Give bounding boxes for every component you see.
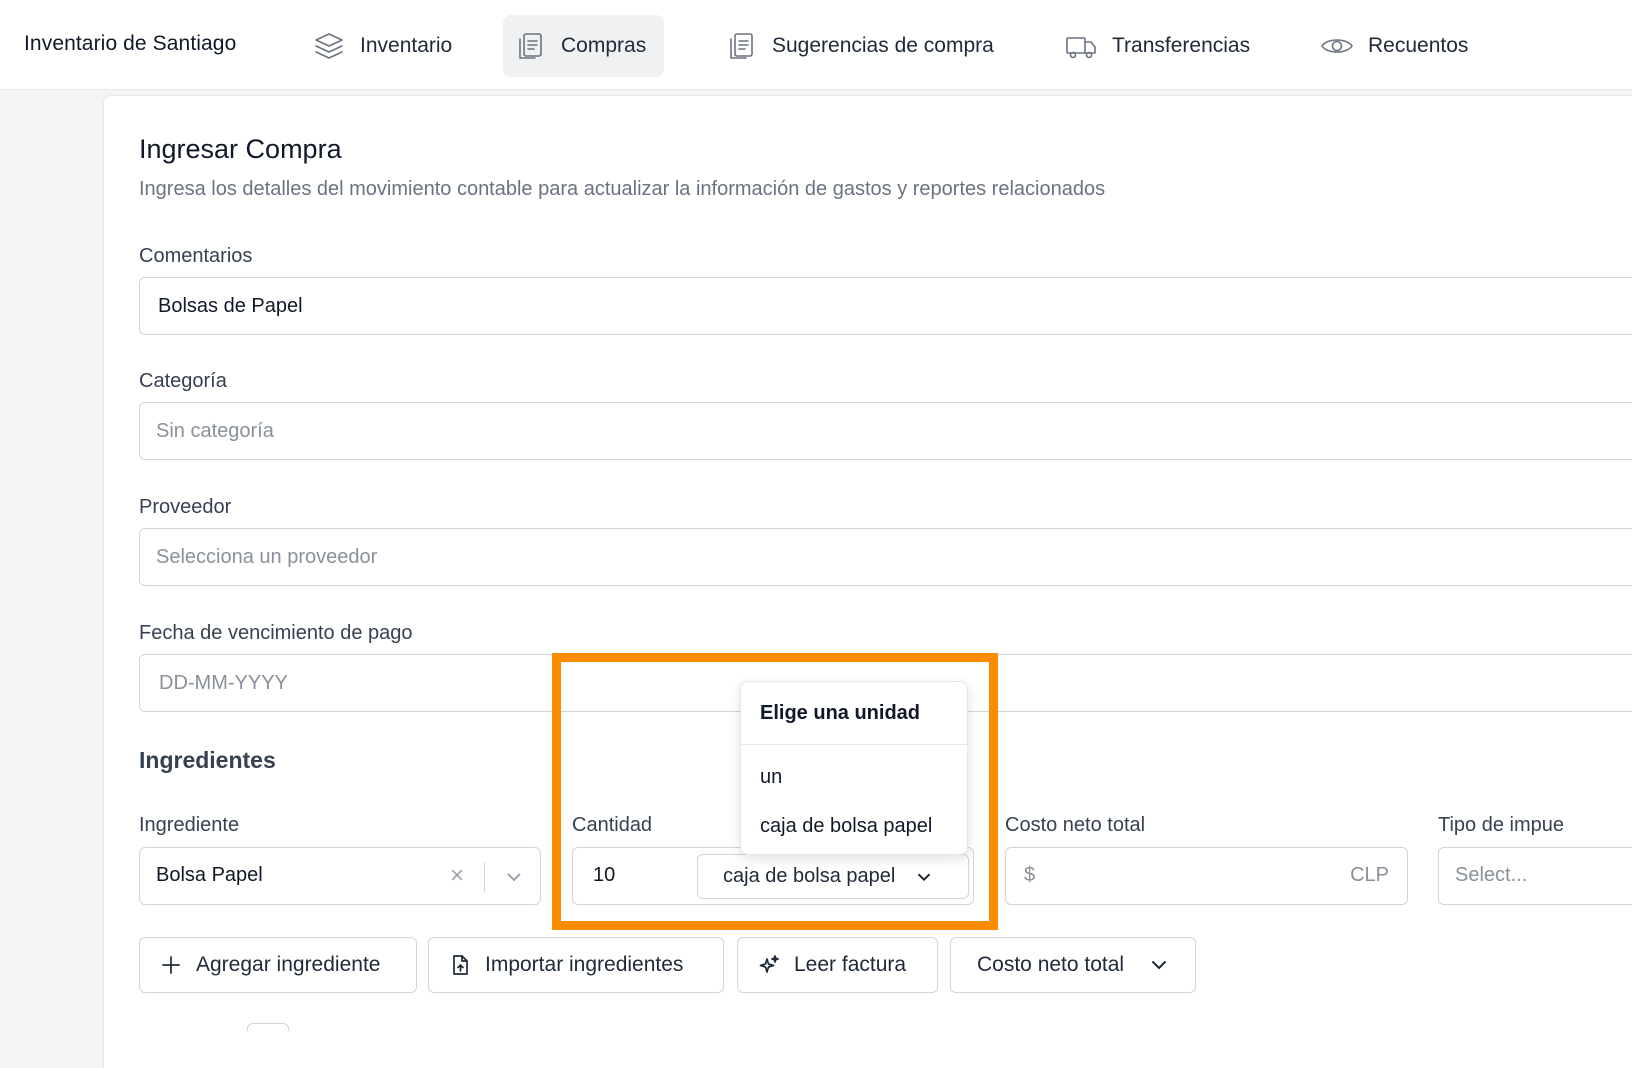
- proveedor-select[interactable]: Selecciona un proveedor: [139, 528, 1632, 586]
- currency-code: CLP: [1350, 864, 1389, 886]
- nav-label: Transferencias: [1112, 34, 1251, 57]
- unit-dropdown-header: Elige una unidad: [760, 702, 921, 724]
- nav-label: Sugerencias de compra: [772, 34, 994, 57]
- nav-recuentos[interactable]: Recuentos: [1310, 15, 1486, 77]
- file-upload-icon: [453, 955, 468, 975]
- import-ingredients-label: Importar ingredientes: [485, 953, 684, 976]
- store-name[interactable]: Inventario de Santiago: [24, 32, 236, 56]
- unit-dropdown-divider: [741, 744, 967, 745]
- comentarios-input[interactable]: Bolsas de Papel: [139, 277, 1632, 335]
- ingrediente-value: Bolsa Papel: [156, 864, 263, 886]
- ingredientes-heading: Ingredientes: [139, 747, 276, 773]
- sparkles-icon: [759, 955, 779, 973]
- add-ingredient-button[interactable]: Agregar ingrediente: [139, 937, 417, 993]
- plus-icon: [162, 956, 180, 974]
- ingrediente-label: Ingrediente: [139, 814, 240, 836]
- ingrediente-select[interactable]: Bolsa Papel ×: [139, 847, 541, 905]
- chevron-down-icon: [1152, 961, 1167, 969]
- truck-icon: [1066, 37, 1096, 59]
- select-divider: [484, 862, 485, 892]
- costo-neto-label: Costo neto total: [1005, 814, 1146, 836]
- layers-icon: [315, 33, 343, 59]
- tipo-impuesto-label: Tipo de impue: [1438, 814, 1564, 836]
- clipboard-icon: [730, 33, 753, 59]
- proveedor-label: Proveedor: [139, 496, 232, 518]
- currency-symbol: $: [1024, 864, 1036, 886]
- unit-option-caja-de-bolsa-papel[interactable]: caja de bolsa papel: [760, 815, 932, 838]
- page-title: Ingresar Compra: [139, 134, 342, 164]
- partial-element: [247, 1023, 289, 1031]
- fecha-vencimiento-label: Fecha de vencimiento de pago: [139, 622, 413, 644]
- clear-icon[interactable]: ×: [445, 863, 469, 889]
- nav-transferencias[interactable]: Transferencias: [1054, 15, 1268, 77]
- tipo-impuesto-select[interactable]: Select...: [1438, 847, 1632, 905]
- unit-dropdown-menu: Elige una unidad un caja de bolsa papel: [740, 681, 968, 855]
- chevron-down-icon[interactable]: [502, 865, 526, 889]
- top-navigation: Inventario de Santiago Inventario Compra…: [0, 0, 1632, 90]
- read-invoice-label: Leer factura: [794, 953, 907, 976]
- import-ingredients-button[interactable]: Importar ingredientes: [428, 937, 724, 993]
- nav-label: Recuentos: [1368, 34, 1469, 57]
- left-rail: [0, 90, 103, 1068]
- eye-icon: [1321, 39, 1353, 53]
- nav-sugerencias-de-compra[interactable]: Sugerencias de compra: [714, 15, 1012, 77]
- clipboard-icon: [519, 33, 542, 59]
- categoria-select[interactable]: Sin categoría: [139, 402, 1632, 460]
- add-ingredient-label: Agregar ingrediente: [196, 953, 381, 976]
- comentarios-label: Comentarios: [139, 245, 253, 267]
- nav-label: Compras: [561, 34, 647, 57]
- nav-inventario[interactable]: Inventario: [302, 15, 470, 77]
- nav-compras[interactable]: Compras: [503, 15, 665, 77]
- cost-mode-dropdown[interactable]: Costo neto total: [950, 937, 1196, 993]
- unit-option-un[interactable]: un: [760, 766, 782, 789]
- read-invoice-button[interactable]: Leer factura: [737, 937, 938, 993]
- costo-neto-input[interactable]: $ CLP: [1005, 847, 1408, 905]
- page-subtitle: Ingresa los detalles del movimiento cont…: [139, 178, 1106, 200]
- nav-label: Inventario: [360, 34, 453, 57]
- cost-mode-label: Costo neto total: [977, 953, 1125, 976]
- categoria-label: Categoría: [139, 370, 227, 392]
